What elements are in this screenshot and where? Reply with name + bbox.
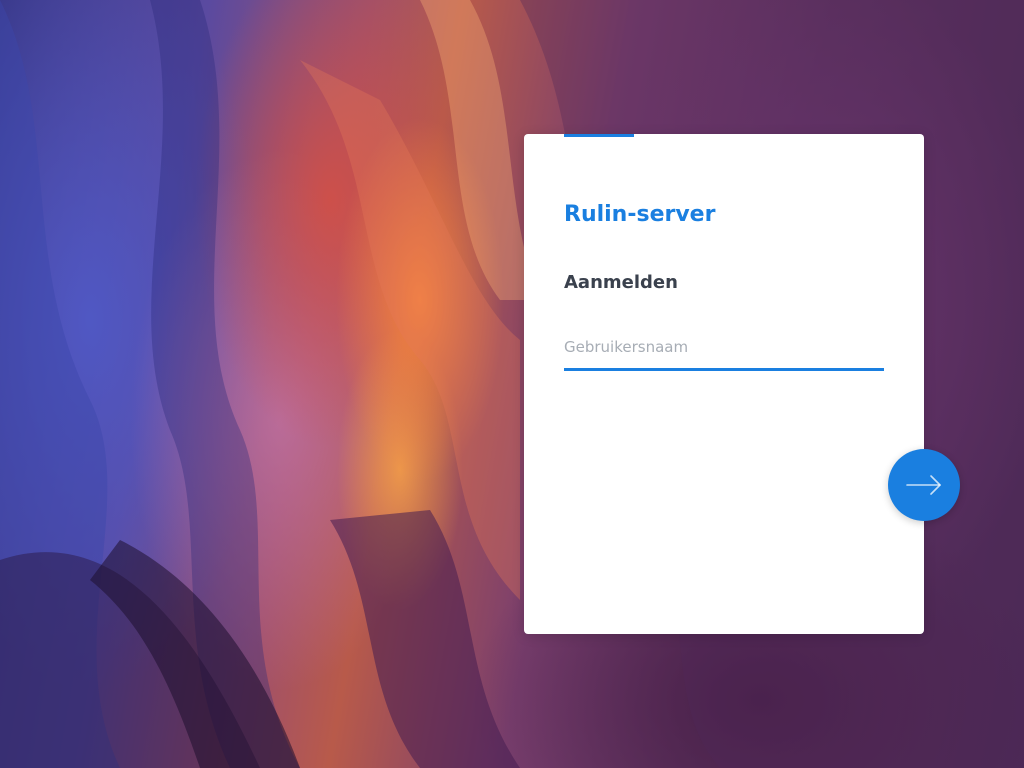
- server-name: Rulin-server: [564, 202, 716, 227]
- login-card: Rulin-server Aanmelden: [524, 134, 924, 634]
- arrow-right-icon: [906, 475, 941, 495]
- login-title: Aanmelden: [564, 272, 678, 293]
- card-accent-bar: [564, 134, 634, 137]
- username-field[interactable]: [564, 330, 884, 371]
- next-button[interactable]: [888, 449, 960, 521]
- username-input[interactable]: [564, 330, 884, 364]
